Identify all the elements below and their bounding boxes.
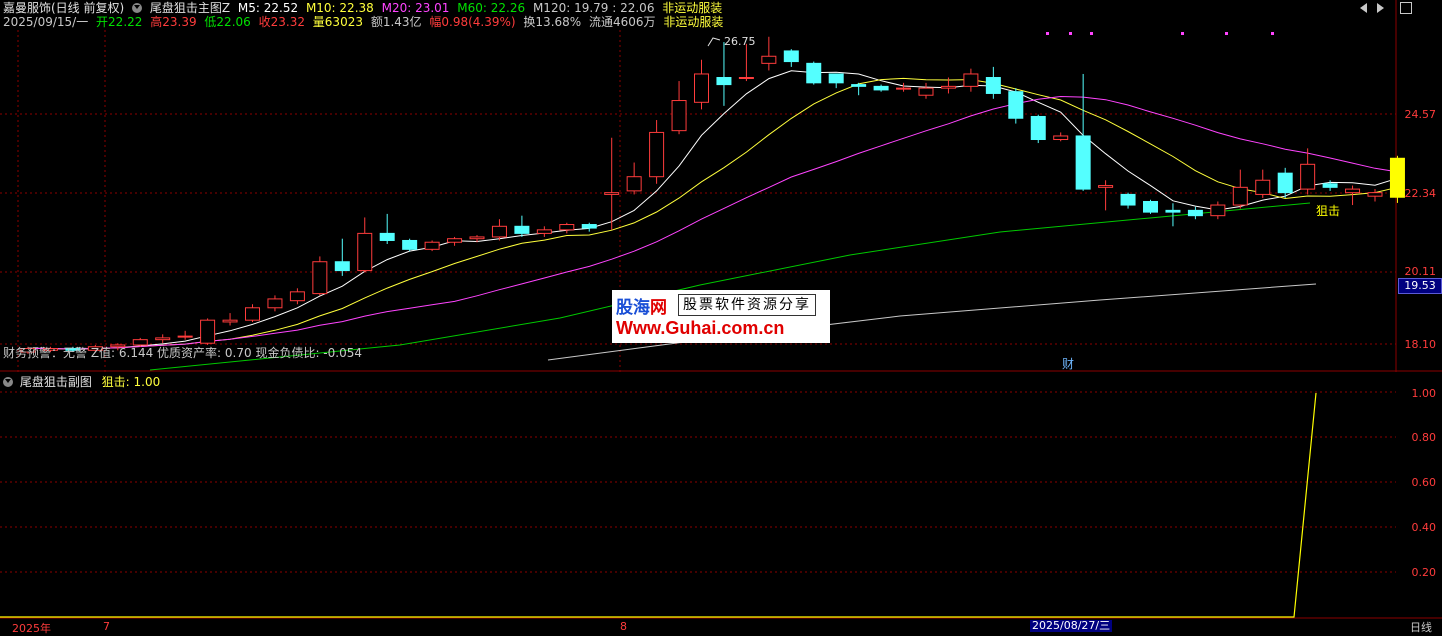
candle-body — [828, 73, 844, 84]
sub-chart-title[interactable]: 尾盘狙击副图 — [20, 375, 92, 389]
candle-body — [963, 73, 979, 87]
signal-dot — [1225, 32, 1228, 35]
candle-body — [1277, 172, 1293, 194]
axis-month-8: 8 — [620, 620, 627, 633]
watermark-slogan: 股票软件资源分享 — [678, 294, 816, 316]
candle-body — [671, 100, 687, 132]
price-tick-3: 20.11 — [1404, 265, 1437, 278]
candle-body — [806, 62, 822, 84]
candle-body — [1255, 179, 1271, 195]
signal-dot — [1046, 32, 1049, 35]
cursor-date: 2025/08/27/三 — [1030, 619, 1112, 632]
candle-body — [379, 232, 395, 241]
sub-tick-2: 0.80 — [1411, 431, 1437, 444]
signal-dot — [1090, 32, 1093, 35]
axis-year: 2025年 — [12, 622, 51, 635]
candle-body — [649, 131, 665, 178]
candle-body — [873, 85, 889, 91]
sub-tick-5: 0.20 — [1411, 566, 1437, 579]
candle-body — [514, 225, 530, 234]
candle-body — [289, 291, 305, 302]
signal-dots — [1046, 32, 1274, 35]
candle-body — [1075, 135, 1091, 190]
candle-body — [1345, 188, 1361, 194]
candle-body — [357, 232, 373, 272]
candle-body — [1187, 209, 1203, 217]
finance-marker[interactable]: 财 — [1062, 355, 1074, 372]
candle-body — [1143, 201, 1158, 213]
signal-dot — [1271, 32, 1274, 35]
candle-body — [783, 50, 799, 63]
candle-body — [1389, 157, 1405, 198]
price-tick-1: 24.57 — [1404, 108, 1437, 121]
candle-body — [402, 239, 418, 250]
high-annotation: 26.75 — [724, 35, 756, 48]
sub-chart-value: 狙击: 1.00 — [101, 375, 161, 389]
high-pointer — [707, 37, 721, 47]
sub-dropdown-icon[interactable] — [3, 377, 13, 387]
sub-indicator-chart[interactable] — [0, 372, 1442, 620]
candle-body — [200, 319, 216, 344]
candle-body — [1322, 183, 1338, 188]
candle-body — [1120, 193, 1136, 206]
price-tick-2: 22.34 — [1404, 187, 1437, 200]
signal-label: 狙击 — [1316, 204, 1340, 218]
watermark-brand-red: 网 — [650, 298, 667, 318]
candle-body — [334, 261, 350, 272]
candle-body — [1165, 209, 1181, 213]
candle-body — [738, 77, 754, 80]
candle-body — [1367, 192, 1383, 197]
candle-body — [312, 261, 328, 295]
signal-dot — [1181, 32, 1184, 35]
candle-body — [918, 87, 934, 96]
candle-body — [447, 238, 463, 243]
watermark-brand: 股海网 — [616, 293, 667, 318]
candle-body — [469, 236, 485, 240]
signal-dot — [1069, 32, 1072, 35]
axis-month-7: 7 — [103, 620, 110, 633]
candle-body — [985, 77, 1001, 94]
candle-body — [245, 307, 260, 321]
sub-tick-3: 0.60 — [1411, 476, 1437, 489]
candle-body — [177, 335, 193, 338]
candle-body — [851, 84, 867, 87]
sub-grid — [0, 391, 1442, 619]
candle-body — [267, 298, 283, 309]
price-tick-4: 18.10 — [1404, 338, 1437, 351]
candle-body — [1053, 135, 1069, 141]
sub-chart-header: 尾盘狙击副图 狙击: 1.00 — [3, 373, 160, 390]
candle-body — [222, 319, 238, 323]
signal-line — [0, 392, 1317, 618]
candle-body — [1232, 186, 1248, 206]
watermark-logo: 股海网 股票软件资源分享 Www.Guhai.com.cn — [612, 290, 830, 343]
candle-body — [626, 176, 642, 192]
sub-tick-4: 0.40 — [1411, 521, 1437, 534]
candle-body — [896, 87, 912, 90]
candle-body — [1008, 91, 1024, 119]
time-axis: 2025年 7 8 — [0, 620, 1442, 635]
sub-tick-1: 1.00 — [1411, 387, 1437, 400]
candle-body — [604, 192, 620, 195]
candle-body — [1210, 204, 1226, 217]
watermark-brand-blue: 股海 — [616, 298, 650, 318]
candle-body — [536, 229, 552, 234]
candle-body — [491, 225, 507, 238]
candle-body — [424, 241, 440, 250]
candle-body — [1300, 163, 1316, 190]
candle-body — [940, 85, 956, 89]
candle-body — [1098, 185, 1114, 188]
period-label[interactable]: 日线 — [1410, 619, 1432, 635]
candle-body — [694, 73, 709, 103]
candle-body — [1030, 115, 1046, 141]
candle-body — [155, 337, 171, 341]
watermark-url: Www.Guhai.com.cn — [616, 318, 785, 338]
candle-body — [761, 55, 777, 64]
current-price-tag: 19.53 — [1398, 278, 1442, 294]
finance-warning: 财务预警：无警 Z值: 6.144 优质资产率: 0.70 现金负债比: -0.… — [3, 346, 362, 360]
candle-body — [716, 77, 732, 86]
candle-body — [559, 224, 575, 231]
candle-body — [581, 224, 597, 229]
